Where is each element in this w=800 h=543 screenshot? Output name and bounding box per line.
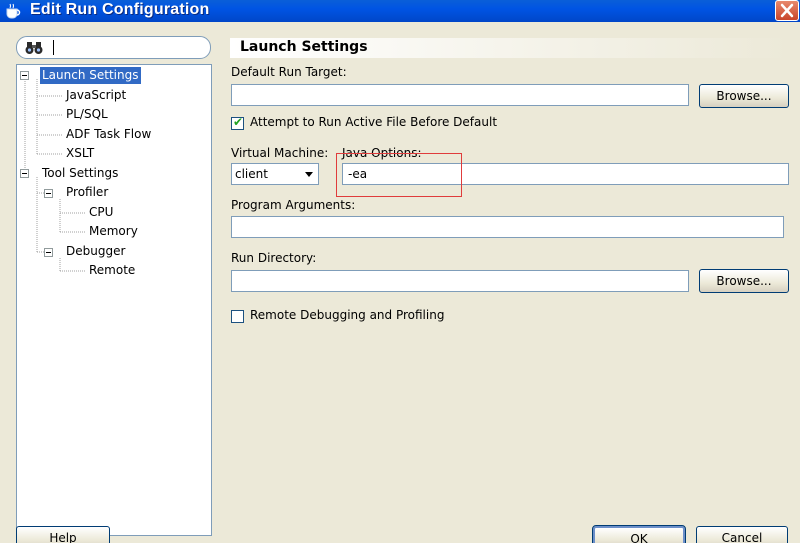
page-title: Launch Settings [240, 39, 368, 55]
close-icon [780, 3, 794, 18]
tree-item-memory[interactable]: Memory [87, 223, 140, 240]
attempt-run-active-label: Attempt to Run Active File Before Defaul… [250, 115, 498, 129]
virtual-machine-select[interactable]: client [231, 163, 319, 185]
dialog-client-area: Launch Settings JavaScript PL/SQL ADF Ta… [0, 22, 800, 543]
close-button[interactable] [775, 0, 799, 21]
virtual-machine-label: Virtual Machine: [231, 146, 329, 160]
browse-run-target-button[interactable]: Browse... [699, 84, 789, 108]
checkmark-icon: ✔ [233, 115, 244, 129]
chevron-down-icon [305, 172, 313, 177]
virtual-machine-value: client [235, 167, 268, 181]
tree-expander[interactable] [44, 189, 53, 198]
tree-expander[interactable] [44, 248, 53, 257]
remote-debugging-label: Remote Debugging and Profiling [250, 308, 445, 322]
binoculars-icon [25, 42, 43, 54]
remote-debugging-checkbox[interactable] [231, 310, 244, 323]
run-directory-label: Run Directory: [231, 251, 317, 265]
tree-item-tool-settings[interactable]: Tool Settings [40, 165, 120, 182]
default-run-target-field[interactable] [231, 84, 689, 106]
ok-button[interactable]: OK [592, 525, 686, 543]
tree-item-xslt[interactable]: XSLT [64, 145, 96, 162]
run-directory-field[interactable] [231, 270, 689, 292]
tree-item-debugger[interactable]: Debugger [64, 243, 127, 260]
help-button[interactable]: Help [16, 526, 110, 543]
cancel-button[interactable]: Cancel [696, 526, 788, 543]
browse-run-directory-button[interactable]: Browse... [699, 269, 789, 293]
tree-item-javascript[interactable]: JavaScript [64, 87, 128, 104]
annotation-highlight [336, 153, 462, 197]
default-run-target-label: Default Run Target: [231, 65, 347, 79]
search-input[interactable] [51, 40, 201, 55]
search-box[interactable] [16, 36, 211, 59]
tree-item-launch-settings[interactable]: Launch Settings [40, 67, 141, 84]
tree-item-profiler[interactable]: Profiler [64, 184, 110, 201]
title-bar: Edit Run Configuration [0, 0, 800, 22]
program-arguments-label: Program Arguments: [231, 198, 356, 212]
category-tree[interactable]: Launch Settings JavaScript PL/SQL ADF Ta… [16, 64, 212, 536]
tree-expander[interactable] [20, 169, 29, 178]
tree-item-plsql[interactable]: PL/SQL [64, 106, 110, 123]
text-caret [53, 40, 54, 55]
tree-item-adf-task-flow[interactable]: ADF Task Flow [64, 126, 153, 143]
coffee-cup-icon [6, 3, 21, 19]
attempt-run-active-checkbox[interactable]: ✔ [231, 115, 244, 130]
tree-item-remote[interactable]: Remote [87, 262, 137, 279]
window-title: Edit Run Configuration [30, 1, 210, 18]
program-arguments-field[interactable] [231, 216, 784, 238]
tree-expander[interactable] [20, 71, 29, 80]
tree-item-cpu[interactable]: CPU [87, 204, 115, 221]
